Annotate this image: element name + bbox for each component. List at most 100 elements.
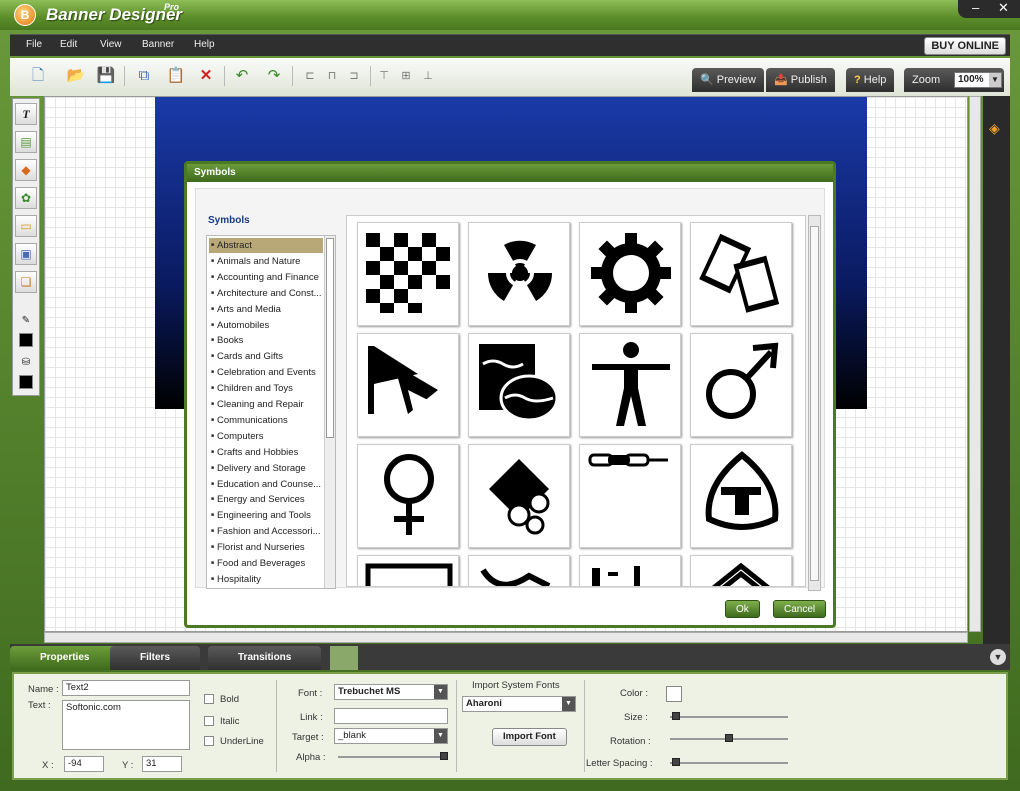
- font-select[interactable]: Trebuchet MS ▼: [334, 684, 448, 700]
- symbol-male-icon[interactable]: [690, 333, 792, 437]
- category-item[interactable]: Hospitality: [209, 572, 323, 587]
- symbol-shield-icon[interactable]: [690, 444, 792, 548]
- alpha-slider[interactable]: [338, 752, 448, 760]
- canvas-horizontal-scrollbar[interactable]: [44, 632, 968, 643]
- import-font-button[interactable]: Import Font: [492, 728, 567, 746]
- copy-icon[interactable]: ⧉: [134, 66, 154, 86]
- symbol-radiation-icon[interactable]: [468, 222, 570, 326]
- image-tool-icon[interactable]: ▤: [15, 131, 37, 153]
- italic-checkbox[interactable]: [204, 716, 214, 726]
- rotation-slider[interactable]: [670, 734, 788, 742]
- category-scrollbar[interactable]: [324, 236, 335, 588]
- category-item[interactable]: Cards and Gifts: [209, 349, 323, 364]
- tab-filters[interactable]: Filters: [110, 646, 201, 670]
- preview-button[interactable]: 🔍 Preview: [692, 68, 764, 92]
- name-field[interactable]: Text2: [62, 680, 190, 696]
- symbol-pottery-icon[interactable]: [468, 333, 570, 437]
- category-item[interactable]: Florist and Nurseries: [209, 540, 323, 555]
- x-field[interactable]: -94: [64, 756, 104, 772]
- category-item[interactable]: Crafts and Hobbies: [209, 445, 323, 460]
- symbol-coins-icon[interactable]: [468, 444, 570, 548]
- align-left-icon[interactable]: ⊏: [300, 66, 320, 86]
- symbol-stripes-icon[interactable]: [690, 555, 792, 586]
- menu-view[interactable]: View: [100, 39, 122, 50]
- distribute-middle-icon[interactable]: ⊞: [396, 66, 416, 86]
- category-item[interactable]: Architecture and Const...: [209, 286, 323, 301]
- button-tool-icon[interactable]: ▭: [15, 215, 37, 237]
- menu-banner[interactable]: Banner: [142, 39, 174, 50]
- category-item[interactable]: Communications: [209, 413, 323, 428]
- symbol-tool-icon[interactable]: ✿: [15, 187, 37, 209]
- category-item[interactable]: Automobiles: [209, 318, 323, 333]
- minimize-icon[interactable]: –: [972, 0, 979, 16]
- open-icon[interactable]: 📂: [66, 66, 86, 86]
- rotation-slider-knob[interactable]: [725, 734, 733, 742]
- category-item[interactable]: Abstract: [209, 238, 323, 253]
- text-tool-icon[interactable]: T: [15, 103, 37, 125]
- category-item[interactable]: Children and Toys: [209, 381, 323, 396]
- category-item[interactable]: Books: [209, 333, 323, 348]
- symbol-letters-icon[interactable]: [579, 555, 681, 586]
- category-scroll-thumb[interactable]: [326, 238, 334, 438]
- category-item[interactable]: Education and Counse...: [209, 477, 323, 492]
- category-item[interactable]: Delivery and Storage: [209, 461, 323, 476]
- symbol-female-icon[interactable]: [357, 444, 459, 548]
- text-field[interactable]: Softonic.com: [62, 700, 190, 750]
- target-select[interactable]: _blank ▼: [334, 728, 448, 744]
- close-icon[interactable]: ✕: [998, 0, 1009, 16]
- link-field[interactable]: [334, 708, 448, 724]
- paste-icon[interactable]: 📋: [166, 66, 186, 86]
- canvas-vertical-scrollbar[interactable]: [969, 96, 981, 632]
- bold-checkbox[interactable]: [204, 694, 214, 704]
- layers-tool-icon[interactable]: ❏: [15, 271, 37, 293]
- symbol-checkerboard-icon[interactable]: [357, 222, 459, 326]
- shape-tool-icon[interactable]: ◆: [15, 159, 37, 181]
- undo-icon[interactable]: ↶: [232, 66, 252, 86]
- underline-checkbox[interactable]: [204, 736, 214, 746]
- category-item[interactable]: Animals and Nature: [209, 254, 323, 269]
- menu-help[interactable]: Help: [194, 39, 215, 50]
- tab-properties[interactable]: Properties: [10, 646, 120, 670]
- category-item[interactable]: Computers: [209, 429, 323, 444]
- symbol-horn-icon[interactable]: [468, 555, 570, 586]
- save-icon[interactable]: 💾: [96, 66, 116, 86]
- fill-color-swatch[interactable]: [19, 375, 33, 389]
- symbol-grid-scrollbar[interactable]: [808, 215, 821, 591]
- redo-icon[interactable]: ↷: [264, 66, 284, 86]
- category-item[interactable]: Energy and Services: [209, 492, 323, 507]
- menu-edit[interactable]: Edit: [60, 39, 77, 50]
- letter-spacing-slider[interactable]: [670, 758, 788, 766]
- symbol-human-figure-icon[interactable]: [579, 333, 681, 437]
- category-item[interactable]: Food and Beverages: [209, 556, 323, 571]
- category-item[interactable]: Fashion and Accessori...: [209, 524, 323, 539]
- symbol-chain-icon[interactable]: [579, 444, 681, 548]
- y-field[interactable]: 31: [142, 756, 182, 772]
- symbol-grid-scroll-thumb[interactable]: [810, 226, 819, 581]
- help-button[interactable]: ? Help: [846, 68, 895, 92]
- distribute-bottom-icon[interactable]: ⊥: [418, 66, 438, 86]
- category-item[interactable]: Arts and Media: [209, 302, 323, 317]
- category-item[interactable]: Cleaning and Repair: [209, 397, 323, 412]
- symbol-flags-icon[interactable]: [357, 333, 459, 437]
- stroke-color-swatch[interactable]: [19, 333, 33, 347]
- collapse-panel-icon[interactable]: ▼: [990, 649, 1006, 665]
- new-icon[interactable]: 🗋: [28, 66, 48, 86]
- letter-spacing-slider-knob[interactable]: [671, 758, 680, 766]
- distribute-top-icon[interactable]: ⊤: [374, 66, 394, 86]
- buy-online-button[interactable]: BUY ONLINE: [924, 37, 1006, 55]
- ok-button[interactable]: Ok: [725, 600, 760, 618]
- symbol-gear-icon[interactable]: [579, 222, 681, 326]
- category-item[interactable]: Engineering and Tools: [209, 508, 323, 523]
- system-font-select[interactable]: Aharoni ▼: [462, 696, 576, 712]
- cancel-button[interactable]: Cancel: [773, 600, 827, 618]
- category-item[interactable]: Accounting and Finance: [209, 270, 323, 285]
- zoom-select[interactable]: 100% ▼: [954, 72, 1002, 88]
- delete-icon[interactable]: ✕: [196, 66, 216, 86]
- symbol-tickets-icon[interactable]: [690, 222, 792, 326]
- symbol-frame-icon[interactable]: [357, 555, 459, 586]
- category-item[interactable]: Celebration and Events: [209, 365, 323, 380]
- media-tool-icon[interactable]: ▣: [15, 243, 37, 265]
- tab-transitions[interactable]: Transitions: [208, 646, 322, 670]
- align-right-icon[interactable]: ⊐: [344, 66, 364, 86]
- layers-icon[interactable]: ◈: [989, 120, 1005, 136]
